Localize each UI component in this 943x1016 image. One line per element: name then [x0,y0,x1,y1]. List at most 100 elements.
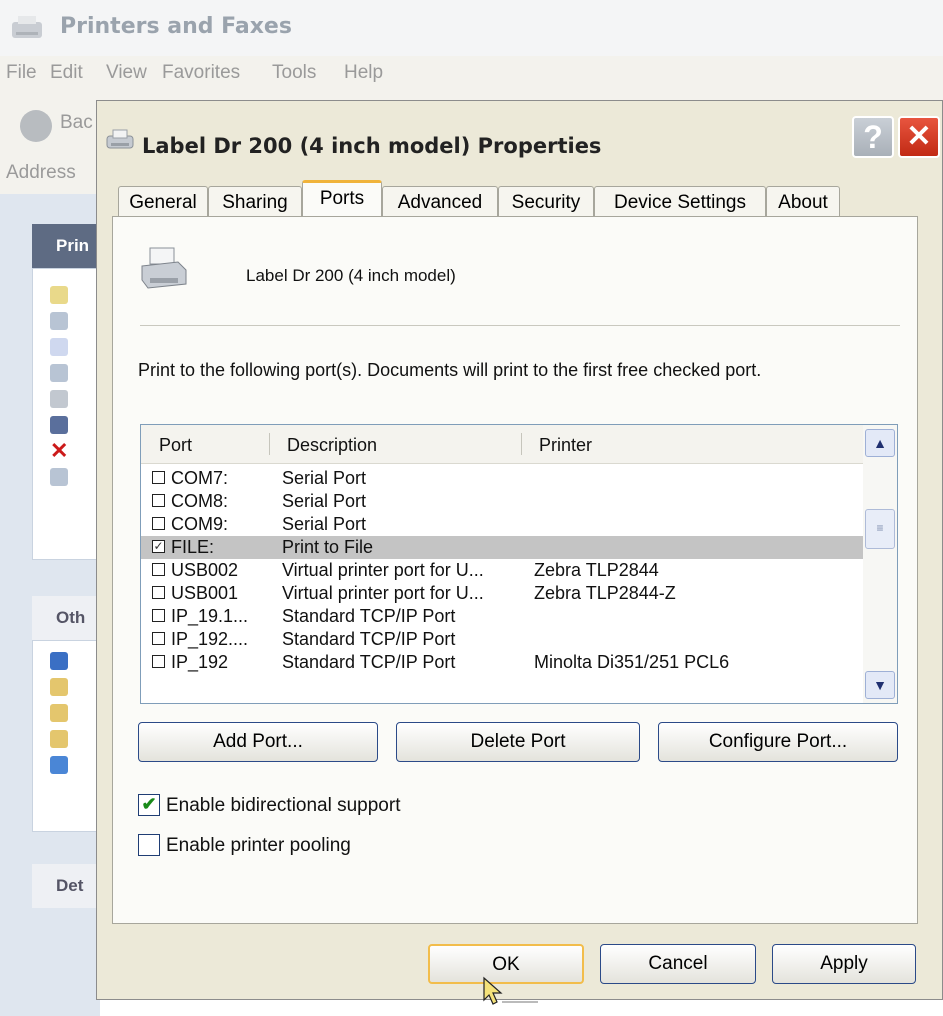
port-name: IP_192 [171,652,229,672]
tab-advanced[interactable]: Advanced [382,186,498,220]
port-name: COM8: [171,491,229,511]
pooling-checkbox[interactable] [138,834,160,856]
window-title: Printers and Faxes [60,14,292,39]
other-places-title: Oth [56,608,86,627]
port-name: USB002 [171,560,239,580]
preferences-icon[interactable] [50,364,68,382]
port-checkbox[interactable] [152,586,165,599]
port-description: Virtual printer port for U... [282,583,484,603]
back-arrow-icon[interactable] [20,110,52,142]
list-header: Port Description Printer [141,425,863,464]
bidirectional-checkbox[interactable]: ✔ [138,794,160,816]
port-row[interactable]: IP_192 Standard TCP/IP Port Minolta Di35… [141,651,863,674]
port-printer: Minolta Di351/251 PCL6 [534,652,730,672]
port-name: FILE: [171,537,215,557]
port-row[interactable]: USB001 Virtual printer port for U... Zeb… [141,582,863,605]
port-checkbox[interactable] [152,563,165,576]
menu-view[interactable]: View [106,62,147,84]
mouse-cursor-icon [483,976,538,1005]
port-description: Standard TCP/IP Port [282,652,456,672]
column-port[interactable]: Port [159,435,192,456]
port-row[interactable]: COM7: Serial Port [141,467,863,490]
my-computer-icon[interactable] [50,756,68,774]
tab-ports[interactable]: Ports [302,180,382,220]
scroll-thumb[interactable]: ≡ [865,509,895,549]
cancel-button[interactable]: Cancel [600,944,756,984]
tab-general[interactable]: General [118,186,208,220]
my-pictures-icon[interactable] [50,730,68,748]
port-description: Serial Port [282,468,367,488]
printer-tasks-title: Prin [56,236,90,255]
port-checkbox[interactable] [152,609,165,622]
port-checkbox[interactable] [152,494,165,507]
close-button[interactable]: ✕ [898,116,940,158]
port-row-selected[interactable]: ✓ FILE: Print to File [141,536,863,559]
help-button[interactable]: ? [852,116,894,158]
dialog-titlebar: Label Dr 200 (4 inch model) Properties ?… [96,116,943,176]
ports-list[interactable]: Port Description Printer COM7: Serial Po… [140,424,898,704]
delete-icon[interactable]: ✕ [50,440,68,462]
control-panel-icon[interactable] [50,652,68,670]
port-printer: Zebra TLP2844-Z [534,583,676,603]
delete-port-button[interactable]: Delete Port [396,722,640,762]
column-divider[interactable] [521,433,522,455]
pooling-label[interactable]: Enable printer pooling [166,835,351,857]
port-description: Print to File [282,537,374,557]
port-name: IP_192.... [171,629,249,649]
apply-button[interactable]: Apply [772,944,916,984]
port-description: Standard TCP/IP Port [282,606,456,626]
details-title: Det [56,876,84,895]
port-row[interactable]: COM9: Serial Port [141,513,863,536]
ports-description: Print to the following port(s). Document… [138,360,762,380]
port-checkbox[interactable]: ✓ [152,540,165,553]
menu-help[interactable]: Help [344,62,383,84]
back-button-label[interactable]: Bac [60,112,93,134]
menu-edit[interactable]: Edit [50,62,83,84]
tab-sharing[interactable]: Sharing [208,186,302,220]
bidirectional-label[interactable]: Enable bidirectional support [166,795,401,817]
set-default-icon[interactable] [50,338,68,356]
port-checkbox[interactable] [152,471,165,484]
port-description: Standard TCP/IP Port [282,629,456,649]
column-printer[interactable]: Printer [539,435,592,456]
scanners-icon[interactable] [50,678,68,696]
tab-security[interactable]: Security [498,186,594,220]
scroll-down-icon[interactable]: ▼ [865,671,895,699]
tab-about[interactable]: About [766,186,840,220]
address-label: Address [6,162,76,183]
my-documents-icon[interactable] [50,704,68,722]
printer-queue-icon[interactable] [50,312,68,330]
column-description[interactable]: Description [287,435,377,456]
printer-name: Label Dr 200 (4 inch model) [246,266,456,285]
column-divider[interactable] [269,433,270,455]
printer-large-icon [141,247,187,289]
printers-folder-icon [12,16,42,38]
port-row[interactable]: USB002 Virtual printer port for U... Zeb… [141,559,863,582]
menu-tools[interactable]: Tools [272,62,316,84]
port-printer: Zebra TLP2844 [534,560,659,580]
port-row[interactable]: IP_192.... Standard TCP/IP Port [141,628,863,651]
scroll-up-icon[interactable]: ▲ [865,429,895,457]
pause-printing-icon[interactable] [50,390,68,408]
add-printer-icon[interactable] [50,286,68,304]
separator [140,325,900,326]
port-description: Serial Port [282,491,367,511]
tab-device-settings[interactable]: Device Settings [594,186,766,220]
port-row[interactable]: COM8: Serial Port [141,490,863,513]
dialog-title: Label Dr 200 (4 inch model) Properties [142,134,602,158]
printer-icon [106,129,134,149]
port-checkbox[interactable] [152,655,165,668]
vertical-scrollbar[interactable]: ▲ ≡ ▼ [863,425,897,703]
port-row[interactable]: IP_19.1... Standard TCP/IP Port [141,605,863,628]
share-printer-icon[interactable] [50,416,68,434]
background-titlebar: Printers and Faxes [0,0,943,56]
port-name: COM7: [171,468,229,488]
port-name: IP_19.1... [171,606,249,626]
printer-properties-icon[interactable] [50,468,68,486]
add-port-button[interactable]: Add Port... [138,722,378,762]
menu-favorites[interactable]: Favorites [162,62,240,84]
port-checkbox[interactable] [152,632,165,645]
menu-file[interactable]: File [6,62,37,84]
configure-port-button[interactable]: Configure Port... [658,722,898,762]
port-checkbox[interactable] [152,517,165,530]
